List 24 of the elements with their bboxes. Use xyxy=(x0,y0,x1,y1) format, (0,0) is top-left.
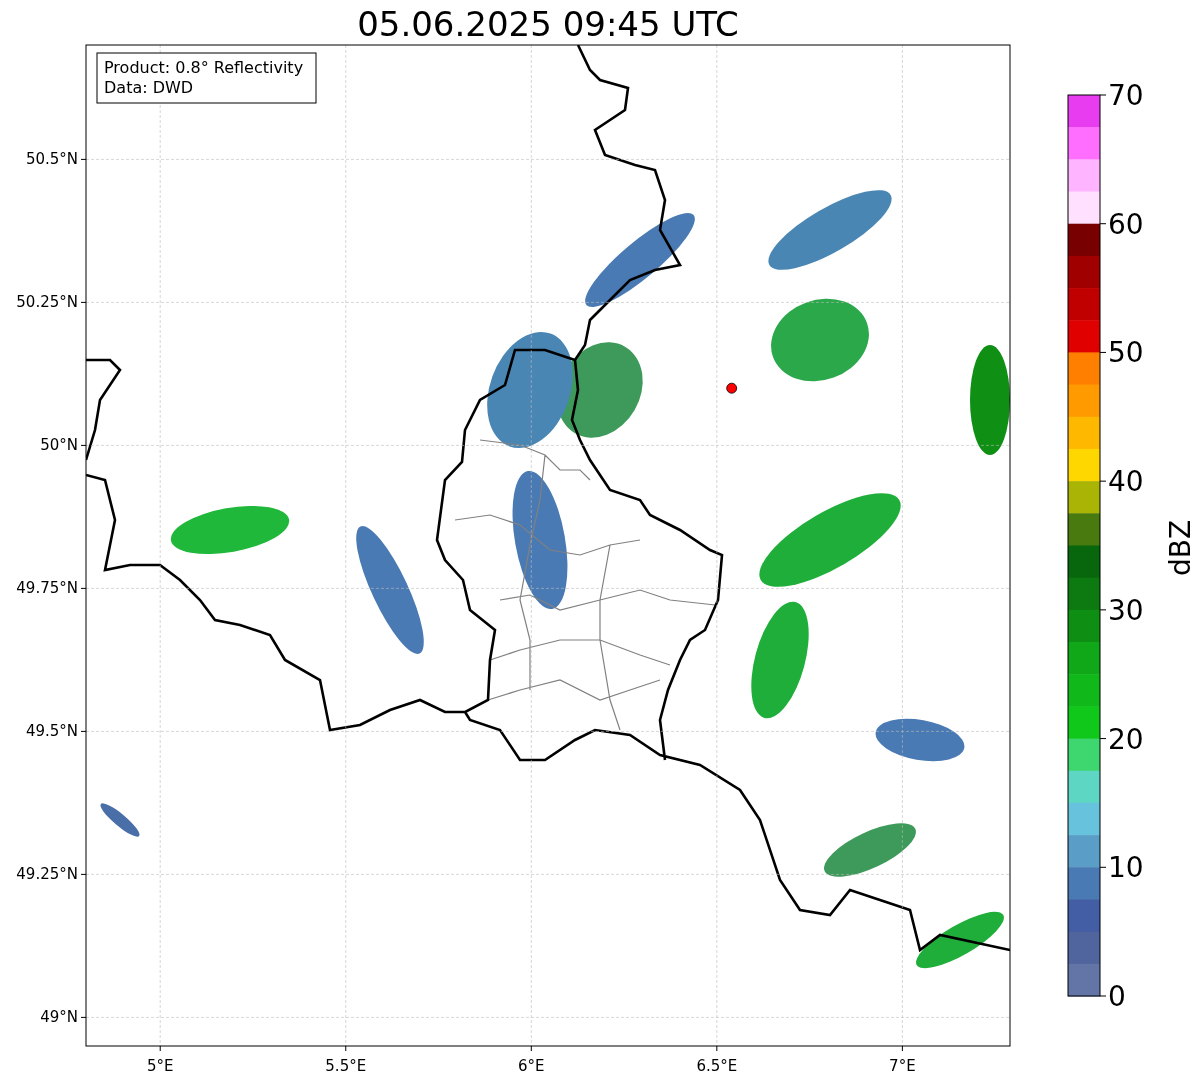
colorbar-tick-label: 50 xyxy=(1108,336,1144,370)
axis-tick-label: 7°E xyxy=(889,1057,916,1075)
colorbar-tick-label: 60 xyxy=(1108,207,1144,241)
axis-tick-label: 50°N xyxy=(40,436,78,455)
axis-tick-label: 6.5°E xyxy=(696,1057,738,1075)
legend-text: Product: 0.8° Reflectivity xyxy=(104,58,304,77)
chart-title: 05.06.2025 09:45 UTC xyxy=(357,4,739,44)
colorbar-label: dBZ xyxy=(1164,519,1197,577)
axis-tick-label: 49°N xyxy=(40,1008,78,1027)
colorbar-tick-label: 10 xyxy=(1108,851,1144,885)
axis-tick-label: 5°E xyxy=(146,1057,174,1075)
axis-tick-label: 6°E xyxy=(518,1057,545,1075)
colorbar-tick-label: 0 xyxy=(1108,980,1126,1013)
axis-tick-label: 5.5°E xyxy=(325,1057,367,1075)
axis-tick-label: 50.25°N xyxy=(16,293,78,312)
axis-tick-label: 49.5°N xyxy=(25,722,78,741)
colorbar-tick-label: 20 xyxy=(1108,722,1144,756)
axis-tick-label: 49.75°N xyxy=(16,579,78,598)
legend-text: Data: DWD xyxy=(104,78,194,97)
colorbar-tick-label: 30 xyxy=(1108,593,1144,627)
colorbar-tick-label: 40 xyxy=(1108,465,1144,499)
axis-tick-label: 49.25°N xyxy=(16,865,78,884)
axis-tick-label: 50.5°N xyxy=(25,150,78,169)
colorbar-tick-label: 70 xyxy=(1108,79,1144,112)
